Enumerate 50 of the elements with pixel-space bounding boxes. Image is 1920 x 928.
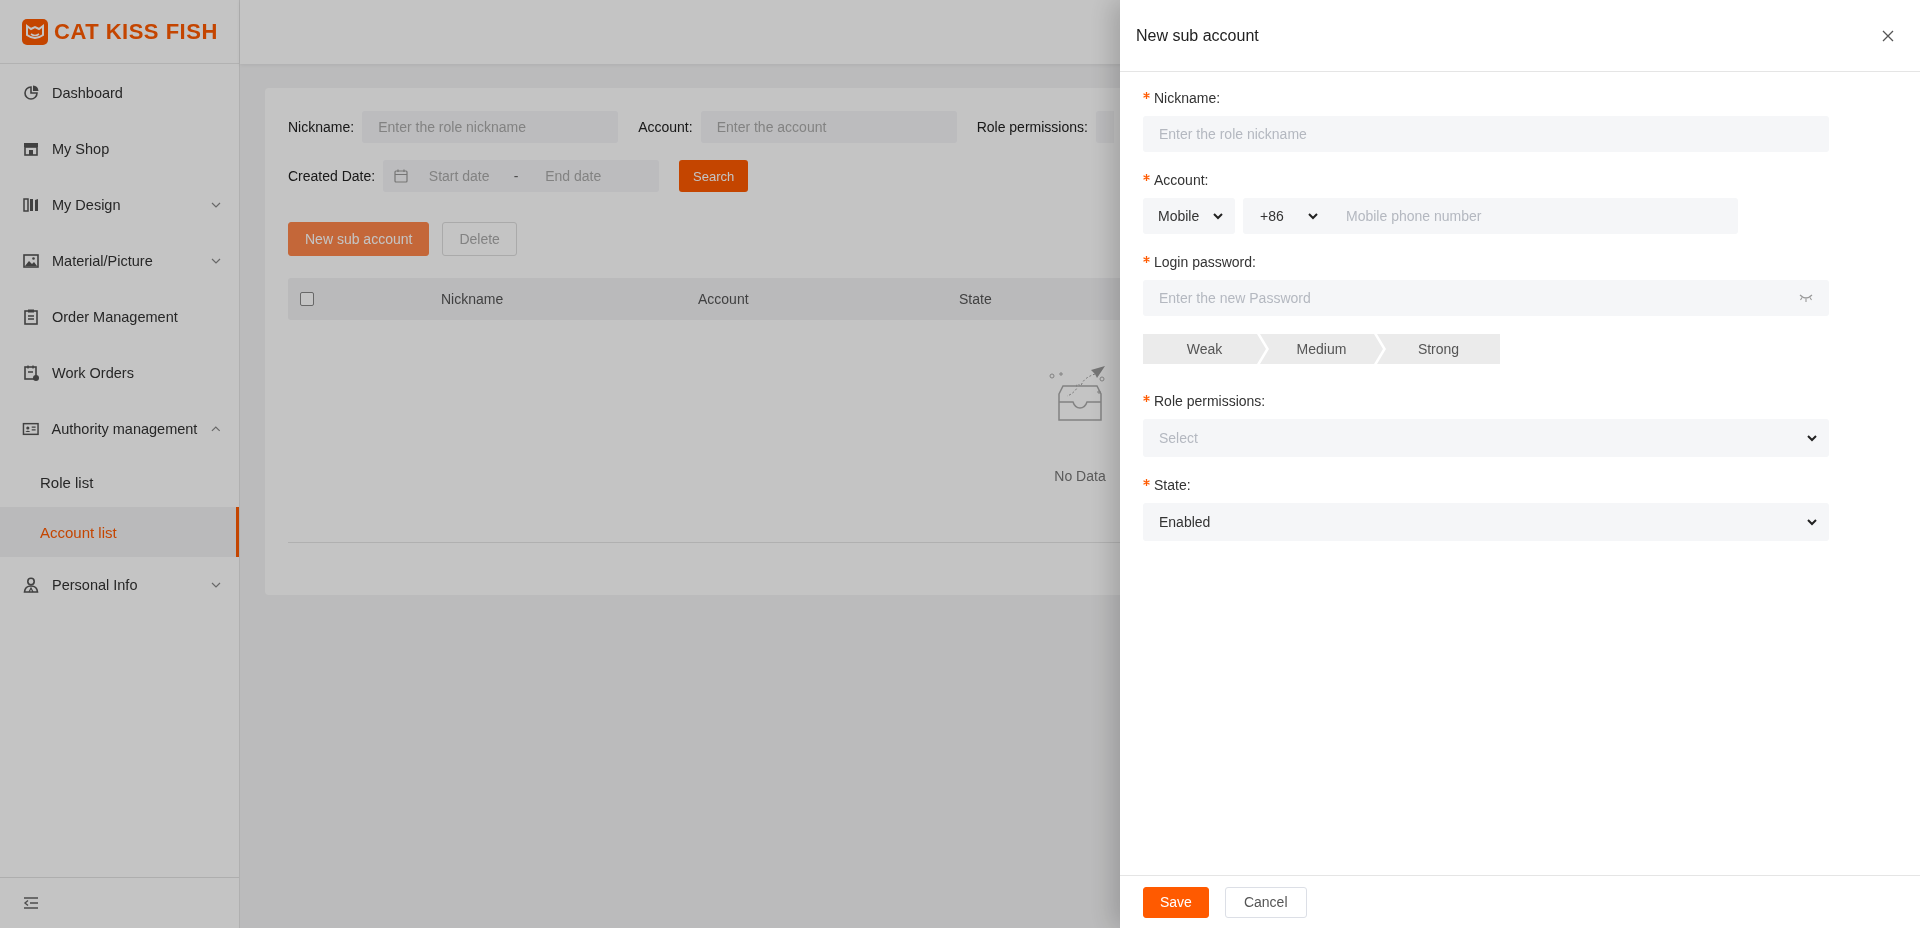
books-icon <box>22 196 40 214</box>
collapse-menu-icon[interactable] <box>22 894 40 912</box>
logo-text: CAT KISS FISH <box>54 18 218 45</box>
text-field[interactable]: Enter the account <box>700 111 957 143</box>
select-field[interactable]: Enabled <box>1143 503 1829 541</box>
cat-logo-icon <box>22 18 48 45</box>
clipboard-icon <box>22 308 40 326</box>
field-label: Account: <box>638 119 693 135</box>
closed-eye-icon[interactable] <box>1799 293 1813 303</box>
country-code-select[interactable]: +86 <box>1243 198 1330 234</box>
user-icon <box>22 576 40 594</box>
menu-item[interactable]: Work Orders <box>0 345 239 401</box>
close-icon[interactable] <box>1882 29 1894 42</box>
menu-item[interactable]: Dashboard <box>0 65 239 121</box>
cancel-button[interactable]: Cancel <box>1224 886 1307 918</box>
menu-item[interactable]: Personal Info <box>0 557 239 613</box>
field-label: Created Date: <box>288 168 376 184</box>
select-all-checkbox[interactable] <box>300 292 314 306</box>
shop-icon <box>22 140 40 158</box>
column-header: Nickname <box>440 291 505 307</box>
field-label: Role permissions: <box>976 119 1088 135</box>
id-card-icon <box>22 420 40 438</box>
menu-item[interactable]: My Design <box>0 177 239 233</box>
menu-item[interactable]: Order Management <box>0 289 239 345</box>
submenu-item[interactable]: Role list <box>0 457 239 507</box>
drawer-title: New sub account <box>1136 26 1259 45</box>
field-label: Account: <box>1154 172 1209 188</box>
field-label: Role permissions: <box>1154 393 1266 409</box>
empty-message: No Data <box>1054 468 1106 484</box>
password-field[interactable]: Enter the new Password <box>1143 280 1829 316</box>
account-type-select[interactable]: Mobile <box>1143 198 1235 234</box>
menu-item[interactable]: Authority management <box>0 401 239 457</box>
field-label: Nickname: <box>1154 90 1221 106</box>
menu-item[interactable]: Material/Picture <box>0 233 239 289</box>
password-strength-bar: Weak Medium Strong <box>1143 334 1897 364</box>
field-label: Nickname: <box>288 119 355 135</box>
phone-field[interactable]: Mobile phone number <box>1330 198 1738 234</box>
calendar-icon <box>22 364 40 382</box>
field-label: State: <box>1154 477 1191 493</box>
image-icon <box>22 252 40 270</box>
field-label: Login password: <box>1154 254 1256 270</box>
calendar-icon <box>393 168 410 184</box>
text-field[interactable]: Enter the role nickname <box>362 111 619 143</box>
menu-item[interactable]: My Shop <box>0 121 239 177</box>
date-range-field[interactable]: Start date - End date <box>383 160 660 192</box>
select-field[interactable] <box>1095 111 1114 143</box>
pie-chart-icon <box>22 84 40 102</box>
column-header: State <box>958 291 993 307</box>
text-field[interactable]: Enter the role nickname <box>1143 116 1829 152</box>
column-header: Account <box>697 291 750 307</box>
